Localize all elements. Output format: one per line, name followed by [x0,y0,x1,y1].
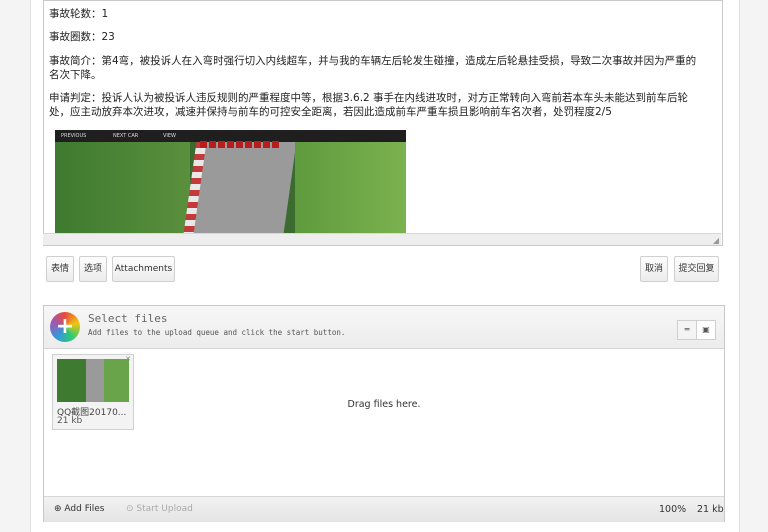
attached-screenshot-image: PREVIOUS NEXT CAR VIEW [55,130,406,234]
replay-next-car-label: NEXT CAR [113,133,139,139]
drop-zone[interactable]: ✕ QQ截图20170... 21 kb Drag files here. [44,349,724,495]
uploader-footer: ⊕ Add Files ⊙ Start Upload 100% 21 kb [44,496,724,522]
file-thumbnail[interactable]: ✕ QQ截图20170... 21 kb [52,354,134,430]
page-background: 事故轮数：1 事故圈数：23 事故简介：第4弯，被投诉人在入弯时强行切入内线超车… [0,0,768,532]
emoji-button[interactable]: 表情 [46,256,74,282]
upload-circle-icon: ⊙ [126,504,134,514]
accident-rounds: 事故轮数：1 [49,8,109,20]
uploader-header: Select files Add files to the upload que… [44,306,724,349]
add-files-icon [50,312,80,342]
thumbnail-view-icon[interactable]: ▣ [696,320,716,340]
list-view-icon[interactable]: ═ [677,320,697,340]
start-upload-label: Start Upload [136,504,193,514]
add-circle-icon: ⊕ [54,504,62,514]
submit-reply-button[interactable]: 提交回复 [674,256,719,282]
grass-left [55,142,190,234]
remove-file-icon[interactable]: ✕ [125,355,131,363]
editor-statusbar: ◢ [43,233,721,245]
file-preview-image [57,359,129,402]
add-files-button[interactable]: ⊕ Add Files [48,500,110,518]
race-track [193,142,297,234]
file-uploader: Select files Add files to the upload que… [43,305,725,522]
uploader-subtitle: Add files to the upload queue and click … [88,328,346,337]
start-upload-button[interactable]: ⊙ Start Upload [120,500,199,518]
replay-view-label: VIEW [163,133,176,139]
accident-laps: 事故圈数：23 [49,31,115,43]
replay-previous-label: PREVIOUS [61,133,87,139]
attachments-button[interactable]: Attachments [112,256,175,282]
resize-grip-icon[interactable]: ◢ [713,236,719,245]
upload-total-size: 21 kb [697,504,724,515]
judgement-request: 申请判定：投诉人认为被投诉人违反规则的严重程度中等，根据3.6.2 事手在内线进… [49,92,689,118]
upload-percent: 100% [659,504,687,515]
cancel-button[interactable]: 取消 [640,256,668,282]
file-size: 21 kb [57,416,83,426]
drag-files-hint: Drag files here. [347,399,421,410]
grass-right [295,142,406,234]
reply-editor[interactable]: 事故轮数：1 事故圈数：23 事故简介：第4弯，被投诉人在入弯时强行切入内线超车… [43,0,723,246]
uploader-title: Select files [88,312,168,325]
replay-toolbar: PREVIOUS NEXT CAR VIEW [55,130,406,148]
options-button[interactable]: 选项 [79,256,107,282]
add-files-label: Add Files [64,504,105,514]
replay-indicator-lights [200,133,281,148]
accident-summary: 事故简介：第4弯，被投诉人在入弯时强行切入内线超车，并与我的车辆左后轮发生碰撞，… [49,55,697,81]
